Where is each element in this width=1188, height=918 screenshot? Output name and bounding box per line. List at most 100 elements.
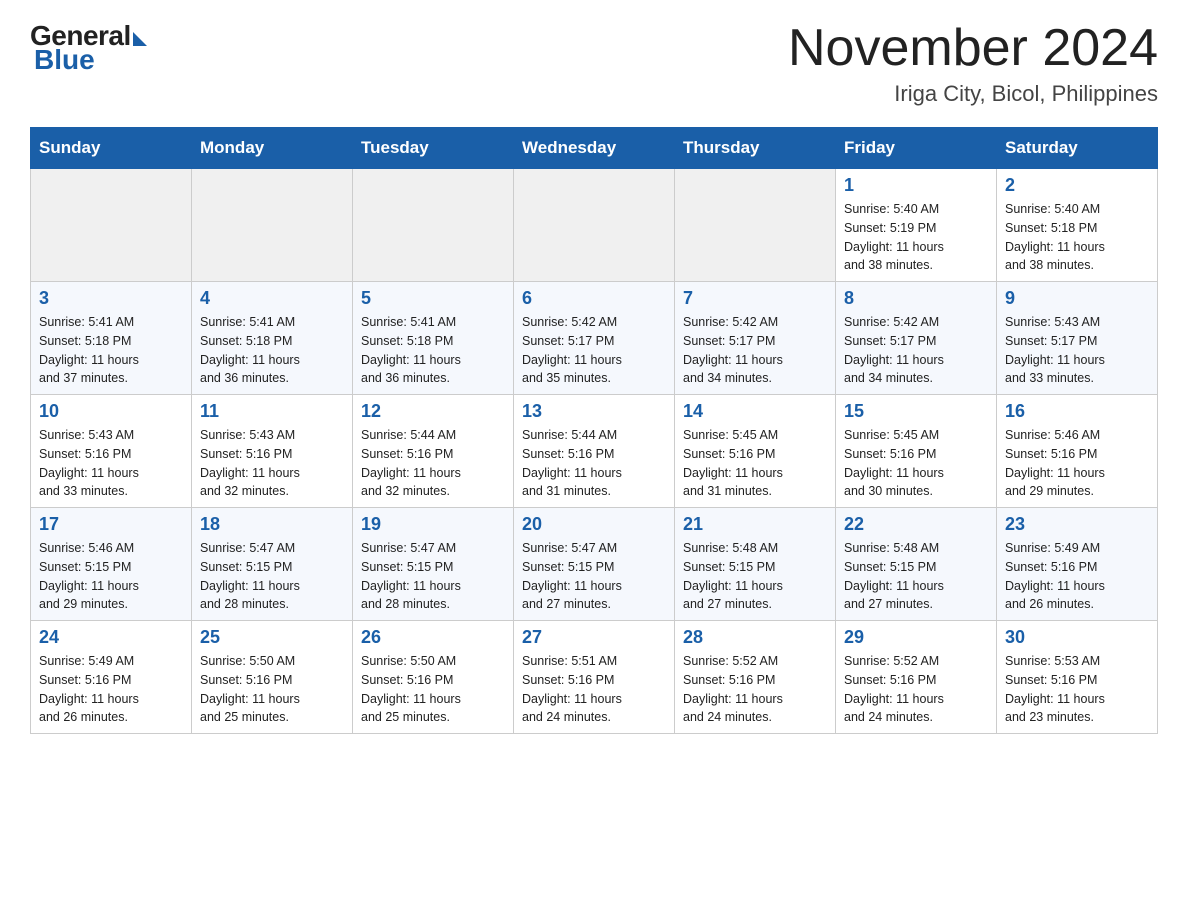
day-info: Sunrise: 5:41 AMSunset: 5:18 PMDaylight:… (361, 313, 505, 388)
day-number: 6 (522, 288, 666, 309)
logo-triangle-icon (133, 32, 147, 46)
calendar-cell: 21 Sunrise: 5:48 AMSunset: 5:15 PMDayligh… (675, 508, 836, 621)
day-number: 19 (361, 514, 505, 535)
calendar-cell: 15 Sunrise: 5:45 AMSunset: 5:16 PMDayligh… (836, 395, 997, 508)
day-number: 20 (522, 514, 666, 535)
calendar-cell: 16 Sunrise: 5:46 AMSunset: 5:16 PMDayligh… (997, 395, 1158, 508)
day-number: 7 (683, 288, 827, 309)
day-info: Sunrise: 5:44 AMSunset: 5:16 PMDaylight:… (361, 426, 505, 501)
calendar-cell: 26Sunrise: 5:50 AMSunset: 5:16 PMDayligh… (353, 621, 514, 734)
header-tuesday: Tuesday (353, 128, 514, 169)
header-saturday: Saturday (997, 128, 1158, 169)
day-info: Sunrise: 5:50 AMSunset: 5:16 PMDaylight:… (361, 652, 505, 727)
day-number: 8 (844, 288, 988, 309)
day-info: Sunrise: 5:49 AMSunset: 5:16 PMDaylight:… (39, 652, 183, 727)
day-number: 15 (844, 401, 988, 422)
calendar-cell: 18 Sunrise: 5:47 AMSunset: 5:15 PMDayligh… (192, 508, 353, 621)
day-number: 28 (683, 627, 827, 648)
calendar-week-2: 3Sunrise: 5:41 AMSunset: 5:18 PMDaylight… (31, 282, 1158, 395)
calendar-cell: 29 Sunrise: 5:52 AMSunset: 5:16 PMDayligh… (836, 621, 997, 734)
day-info: Sunrise: 5:43 AMSunset: 5:16 PMDaylight:… (39, 426, 183, 501)
day-number: 22 (844, 514, 988, 535)
calendar-cell: 28 Sunrise: 5:52 AMSunset: 5:16 PMDayligh… (675, 621, 836, 734)
calendar-cell (192, 169, 353, 282)
calendar-cell: 10 Sunrise: 5:43 AMSunset: 5:16 PMDayligh… (31, 395, 192, 508)
day-info: Sunrise: 5:48 AMSunset: 5:15 PMDaylight:… (844, 539, 988, 614)
day-number: 12 (361, 401, 505, 422)
day-number: 30 (1005, 627, 1149, 648)
header-thursday: Thursday (675, 128, 836, 169)
day-info: Sunrise: 5:42 AMSunset: 5:17 PMDaylight:… (683, 313, 827, 388)
day-info: Sunrise: 5:44 AMSunset: 5:16 PMDaylight:… (522, 426, 666, 501)
calendar-cell: 9 Sunrise: 5:43 AMSunset: 5:17 PMDaylight… (997, 282, 1158, 395)
day-info: Sunrise: 5:47 AMSunset: 5:15 PMDaylight:… (522, 539, 666, 614)
day-info: Sunrise: 5:42 AMSunset: 5:17 PMDaylight:… (844, 313, 988, 388)
day-info: Sunrise: 5:46 AMSunset: 5:15 PMDaylight:… (39, 539, 183, 614)
day-number: 4 (200, 288, 344, 309)
title-block: November 2024 Iriga City, Bicol, Philipp… (788, 20, 1158, 107)
logo: General Blue (30, 20, 147, 76)
calendar-cell (675, 169, 836, 282)
day-number: 27 (522, 627, 666, 648)
day-info: Sunrise: 5:43 AMSunset: 5:16 PMDaylight:… (200, 426, 344, 501)
calendar-week-1: 1 Sunrise: 5:40 AMSunset: 5:19 PMDaylight… (31, 169, 1158, 282)
day-info: Sunrise: 5:48 AMSunset: 5:15 PMDaylight:… (683, 539, 827, 614)
day-number: 17 (39, 514, 183, 535)
day-info: Sunrise: 5:41 AMSunset: 5:18 PMDaylight:… (39, 313, 183, 388)
calendar-cell (353, 169, 514, 282)
day-number: 2 (1005, 175, 1149, 196)
calendar-cell: 17 Sunrise: 5:46 AMSunset: 5:15 PMDayligh… (31, 508, 192, 621)
day-info: Sunrise: 5:42 AMSunset: 5:17 PMDaylight:… (522, 313, 666, 388)
calendar-week-5: 24 Sunrise: 5:49 AMSunset: 5:16 PMDayligh… (31, 621, 1158, 734)
day-number: 13 (522, 401, 666, 422)
day-info: Sunrise: 5:50 AMSunset: 5:16 PMDaylight:… (200, 652, 344, 727)
calendar-cell: 24 Sunrise: 5:49 AMSunset: 5:16 PMDayligh… (31, 621, 192, 734)
day-info: Sunrise: 5:45 AMSunset: 5:16 PMDaylight:… (844, 426, 988, 501)
day-info: Sunrise: 5:52 AMSunset: 5:16 PMDaylight:… (844, 652, 988, 727)
location-title: Iriga City, Bicol, Philippines (788, 81, 1158, 107)
header-wednesday: Wednesday (514, 128, 675, 169)
day-number: 25 (200, 627, 344, 648)
day-info: Sunrise: 5:41 AMSunset: 5:18 PMDaylight:… (200, 313, 344, 388)
day-number: 24 (39, 627, 183, 648)
day-number: 1 (844, 175, 988, 196)
day-info: Sunrise: 5:53 AMSunset: 5:16 PMDaylight:… (1005, 652, 1149, 727)
day-info: Sunrise: 5:45 AMSunset: 5:16 PMDaylight:… (683, 426, 827, 501)
day-info: Sunrise: 5:46 AMSunset: 5:16 PMDaylight:… (1005, 426, 1149, 501)
day-number: 23 (1005, 514, 1149, 535)
calendar-cell: 3Sunrise: 5:41 AMSunset: 5:18 PMDaylight… (31, 282, 192, 395)
day-info: Sunrise: 5:47 AMSunset: 5:15 PMDaylight:… (361, 539, 505, 614)
day-info: Sunrise: 5:51 AMSunset: 5:16 PMDaylight:… (522, 652, 666, 727)
calendar-cell: 13 Sunrise: 5:44 AMSunset: 5:16 PMDayligh… (514, 395, 675, 508)
day-info: Sunrise: 5:43 AMSunset: 5:17 PMDaylight:… (1005, 313, 1149, 388)
calendar-header-row: SundayMondayTuesdayWednesdayThursdayFrid… (31, 128, 1158, 169)
day-info: Sunrise: 5:52 AMSunset: 5:16 PMDaylight:… (683, 652, 827, 727)
day-info: Sunrise: 5:40 AMSunset: 5:18 PMDaylight:… (1005, 200, 1149, 275)
calendar-week-3: 10 Sunrise: 5:43 AMSunset: 5:16 PMDayligh… (31, 395, 1158, 508)
day-number: 29 (844, 627, 988, 648)
day-number: 5 (361, 288, 505, 309)
calendar-cell: 7 Sunrise: 5:42 AMSunset: 5:17 PMDaylight… (675, 282, 836, 395)
day-number: 9 (1005, 288, 1149, 309)
day-number: 14 (683, 401, 827, 422)
calendar-cell (31, 169, 192, 282)
page-header: General Blue November 2024 Iriga City, B… (30, 20, 1158, 107)
calendar-cell: 25 Sunrise: 5:50 AMSunset: 5:16 PMDayligh… (192, 621, 353, 734)
day-number: 21 (683, 514, 827, 535)
calendar-cell: 14 Sunrise: 5:45 AMSunset: 5:16 PMDayligh… (675, 395, 836, 508)
calendar-cell (514, 169, 675, 282)
calendar-cell: 2 Sunrise: 5:40 AMSunset: 5:18 PMDaylight… (997, 169, 1158, 282)
header-monday: Monday (192, 128, 353, 169)
day-number: 11 (200, 401, 344, 422)
day-number: 16 (1005, 401, 1149, 422)
logo-blue-text: Blue (34, 44, 95, 76)
calendar-cell: 11 Sunrise: 5:43 AMSunset: 5:16 PMDayligh… (192, 395, 353, 508)
day-number: 10 (39, 401, 183, 422)
day-info: Sunrise: 5:47 AMSunset: 5:15 PMDaylight:… (200, 539, 344, 614)
calendar-cell: 8 Sunrise: 5:42 AMSunset: 5:17 PMDaylight… (836, 282, 997, 395)
calendar-cell: 27 Sunrise: 5:51 AMSunset: 5:16 PMDayligh… (514, 621, 675, 734)
header-sunday: Sunday (31, 128, 192, 169)
day-info: Sunrise: 5:49 AMSunset: 5:16 PMDaylight:… (1005, 539, 1149, 614)
day-info: Sunrise: 5:40 AMSunset: 5:19 PMDaylight:… (844, 200, 988, 275)
day-number: 18 (200, 514, 344, 535)
